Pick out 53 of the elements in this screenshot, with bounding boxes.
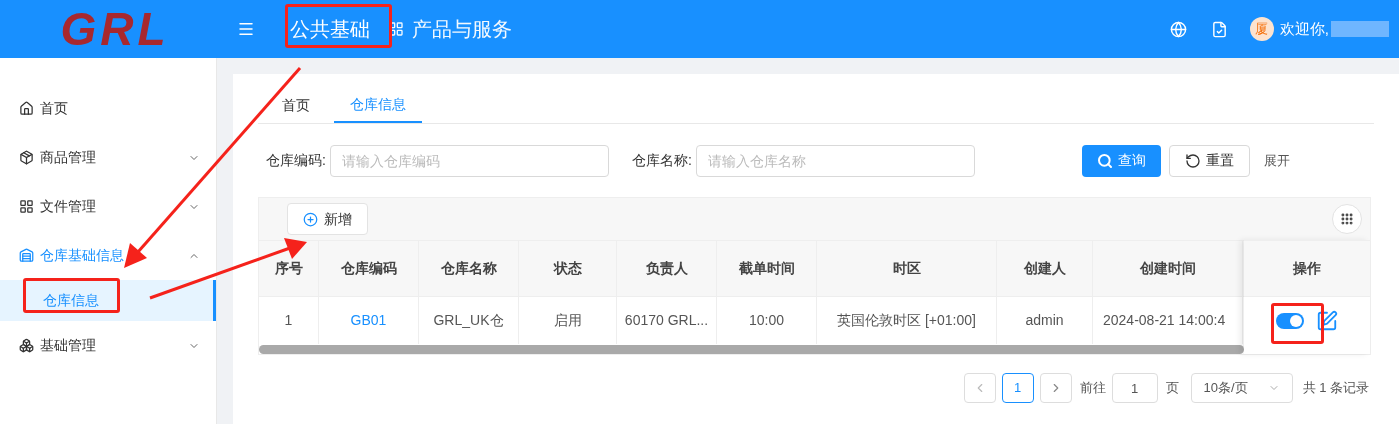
column-header: 操作 xyxy=(1244,240,1370,296)
annotation-box xyxy=(1271,303,1324,344)
cube-icon xyxy=(19,150,34,165)
sidebar-item[interactable]: 商品管理 xyxy=(0,133,216,182)
logo: GRL xyxy=(60,6,170,52)
sidebar-item[interactable]: 首页 xyxy=(0,84,216,133)
table-cell-text: admin xyxy=(1025,311,1064,330)
column-header: 截单时间 xyxy=(717,241,817,296)
column-header: 负责人 xyxy=(617,241,717,296)
tab[interactable]: 首页 xyxy=(266,88,334,123)
search-icon xyxy=(1097,152,1113,169)
document-check-icon[interactable] xyxy=(1210,20,1228,38)
add-button[interactable]: 新增 xyxy=(287,203,368,235)
greeting-text: 欢迎你, xyxy=(1279,18,1329,39)
column-header: 状态 xyxy=(519,241,617,296)
table-cell-text: 60170 GRL... xyxy=(624,311,709,330)
column-settings-button[interactable] xyxy=(1332,204,1362,234)
column-header: 仓库名称 xyxy=(419,241,519,296)
page-size-select[interactable]: 10条/页 xyxy=(1190,373,1293,403)
column-header: 时区 xyxy=(817,241,997,296)
dots-grid-icon xyxy=(1340,212,1354,226)
total-records: 共 1 条记录 xyxy=(1302,379,1369,398)
reset-button[interactable]: 重置 xyxy=(1169,144,1250,177)
table-cell-text: 1 xyxy=(284,311,293,330)
table-cell-text: 10:00 xyxy=(748,311,784,330)
table-cell-text: GRL_UK仓 xyxy=(433,311,504,330)
circles-icon xyxy=(19,338,34,353)
table-cell-text: 2024-08-21 14:00:4 xyxy=(1103,311,1226,330)
column-header: 仓库编码 xyxy=(319,241,419,296)
expand-link[interactable]: 展开 xyxy=(1264,150,1290,171)
filter-label: 仓库名称: xyxy=(631,151,692,170)
home-icon xyxy=(19,101,34,116)
sidebar-item[interactable]: 文件管理 xyxy=(0,182,216,231)
page-input[interactable]: 1 xyxy=(1111,373,1158,403)
grid-icon xyxy=(19,199,34,214)
house-icon xyxy=(19,248,34,263)
table-cell-text: 英国伦敦时区 [+01:00] xyxy=(837,311,976,330)
redacted-name xyxy=(1331,21,1389,37)
table-cell-text: 启用 xyxy=(553,311,582,330)
toggle-switch[interactable] xyxy=(1276,312,1304,329)
edit-icon[interactable] xyxy=(1316,309,1338,332)
plus-circle-icon xyxy=(303,211,318,227)
globe-icon[interactable] xyxy=(1169,20,1187,38)
column-header: 创建人 xyxy=(997,241,1093,296)
refresh-icon xyxy=(1185,152,1201,169)
goto-label: 前往 xyxy=(1079,379,1106,398)
filter-label: 仓库编码: xyxy=(266,151,326,170)
filter-input[interactable]: 请输入仓库名称 xyxy=(695,144,975,177)
filter-input[interactable]: 请输入仓库编码 xyxy=(329,144,609,177)
page-unit-label: 页 xyxy=(1165,379,1179,398)
sidebar-item[interactable]: 基础管理 xyxy=(0,321,216,370)
column-header: 创建时间 xyxy=(1093,241,1243,296)
menu-icon[interactable] xyxy=(237,20,255,38)
